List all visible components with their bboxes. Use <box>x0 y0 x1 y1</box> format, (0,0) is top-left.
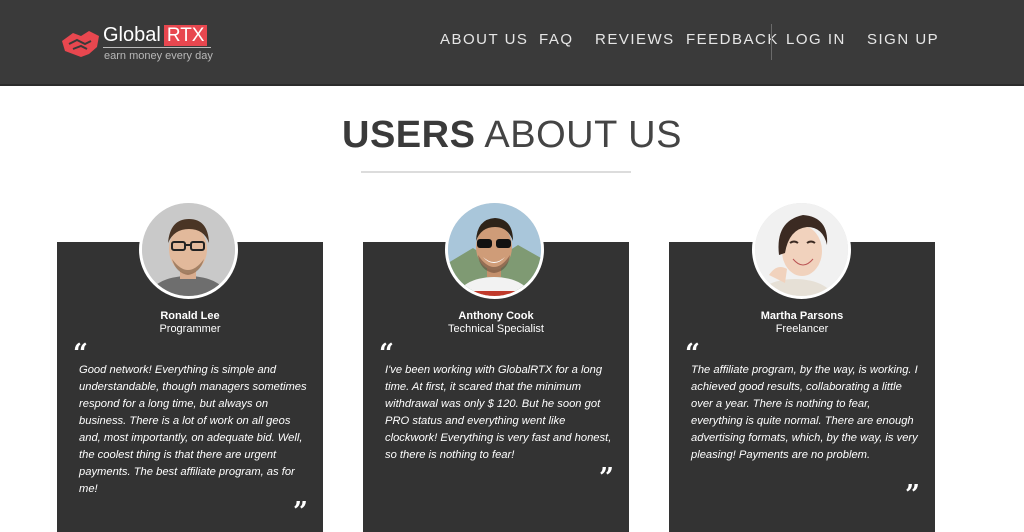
reviewer-name: Martha Parsons <box>760 310 844 322</box>
nav-reviews[interactable]: REVIEWS <box>595 29 675 51</box>
reviewer-role: Programmer <box>159 323 221 335</box>
brand-name-main: Global <box>103 24 161 46</box>
brand-divider <box>103 47 211 48</box>
section-title-bold: USERS <box>342 114 476 156</box>
close-quote-icon: ” <box>599 463 614 493</box>
site-header: Global RTX earn money every day ABOUT US… <box>0 0 1024 86</box>
avatar <box>139 200 238 299</box>
nav-sign-up[interactable]: SIGN UP <box>867 29 939 51</box>
nav-divider <box>771 24 772 60</box>
brand-name-accent: RTX <box>163 24 208 46</box>
section-title: USERS ABOUT US <box>0 112 1024 158</box>
nav-log-in[interactable]: LOG IN <box>786 29 846 51</box>
title-divider <box>361 171 631 173</box>
reviewer-role: Freelancer <box>775 323 829 335</box>
reviewer-name: Ronald Lee <box>160 310 220 322</box>
review-text: I've been working with GlobalRTX for a l… <box>385 364 612 461</box>
brand-logo[interactable]: Global RTX earn money every day <box>59 23 219 67</box>
open-quote-icon: “ <box>685 339 700 369</box>
person-photo-icon <box>142 203 235 296</box>
review-text: Good network! Everything is simple and u… <box>79 364 307 495</box>
nav-feedback[interactable]: FEEDBACK <box>686 29 779 51</box>
person-photo-icon <box>755 203 848 296</box>
close-quote-icon: ” <box>905 480 920 510</box>
review-text: The affiliate program, by the way, is wo… <box>691 364 918 461</box>
avatar <box>752 200 851 299</box>
nav-about-us[interactable]: ABOUT US <box>440 29 528 51</box>
nav-faq[interactable]: FAQ <box>539 29 574 51</box>
brand-tagline: earn money every day <box>104 50 213 62</box>
section-title-light: ABOUT US <box>484 114 682 156</box>
close-quote-icon: ” <box>293 497 308 527</box>
handshake-logo-icon <box>62 31 99 57</box>
avatar <box>445 200 544 299</box>
open-quote-icon: “ <box>73 339 88 369</box>
reviewer-role: Technical Specialist <box>448 323 544 335</box>
person-photo-icon <box>448 203 541 296</box>
reviewer-name: Anthony Cook <box>458 310 534 322</box>
open-quote-icon: “ <box>379 339 394 369</box>
brand-name: Global RTX <box>103 23 208 47</box>
